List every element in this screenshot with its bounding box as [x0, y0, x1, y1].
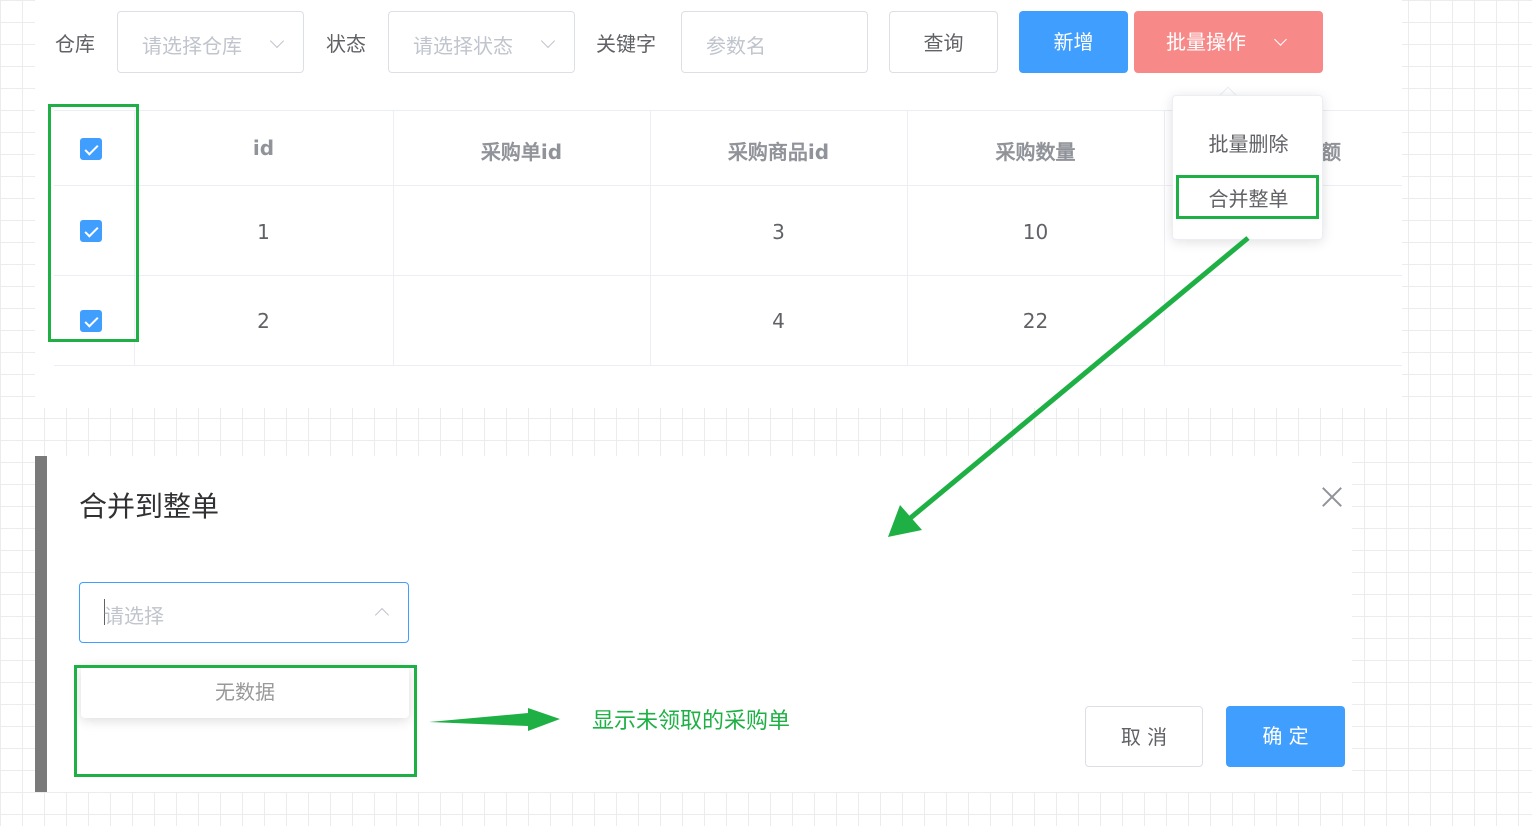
header-id: id	[252, 136, 275, 160]
purchase-order-placeholder: 请选择	[104, 604, 164, 628]
chevron-down-icon	[540, 33, 556, 49]
close-icon[interactable]	[1318, 484, 1346, 512]
status-label: 状态	[326, 32, 366, 56]
status-placeholder: 请选择状态	[413, 34, 513, 58]
purchase-order-select[interactable]: 请选择	[79, 582, 409, 643]
cell-quantity: 22	[1022, 309, 1049, 333]
cancel-button[interactable]: 取 消	[1085, 706, 1203, 767]
status-select[interactable]: 请选择状态	[388, 11, 575, 73]
chevron-down-icon	[1274, 33, 1287, 46]
confirm-button[interactable]: 确 定	[1226, 706, 1345, 767]
annotation-text: 显示未领取的采购单	[592, 709, 791, 734]
keyword-label: 关键字	[596, 32, 656, 56]
menu-item-batch-delete[interactable]: 批量删除	[1173, 128, 1324, 157]
add-button[interactable]: 新增	[1019, 11, 1128, 73]
cell-id: 1	[257, 220, 270, 244]
merge-highlight-box	[1176, 175, 1319, 219]
header-purchase-id: 采购单id	[480, 140, 563, 164]
column-divider	[1164, 110, 1165, 366]
checkbox-highlight-box	[48, 104, 139, 342]
cell-sku-id: 4	[772, 309, 785, 333]
chevron-down-icon	[269, 33, 285, 49]
warehouse-placeholder: 请选择仓库	[142, 34, 242, 58]
cell-id: 2	[257, 309, 270, 333]
dialog-shadow-edge	[35, 456, 47, 792]
chevron-up-icon	[374, 607, 390, 623]
dialog-title: 合并到整单	[79, 490, 220, 523]
cell-quantity: 10	[1022, 220, 1049, 244]
warehouse-label: 仓库	[55, 32, 95, 56]
keyword-input[interactable]: 参数名	[681, 11, 868, 73]
batch-operation-label: 批量操作	[1166, 30, 1246, 54]
query-button[interactable]: 查询	[889, 11, 998, 73]
keyword-placeholder: 参数名	[706, 34, 766, 58]
cell-sku-id: 3	[772, 220, 785, 244]
header-quantity: 采购数量	[995, 140, 1076, 164]
batch-operation-button[interactable]: 批量操作	[1134, 11, 1323, 73]
empty-highlight-box	[74, 665, 417, 777]
warehouse-select[interactable]: 请选择仓库	[117, 11, 304, 73]
header-sku-id: 采购商品id	[727, 140, 830, 164]
